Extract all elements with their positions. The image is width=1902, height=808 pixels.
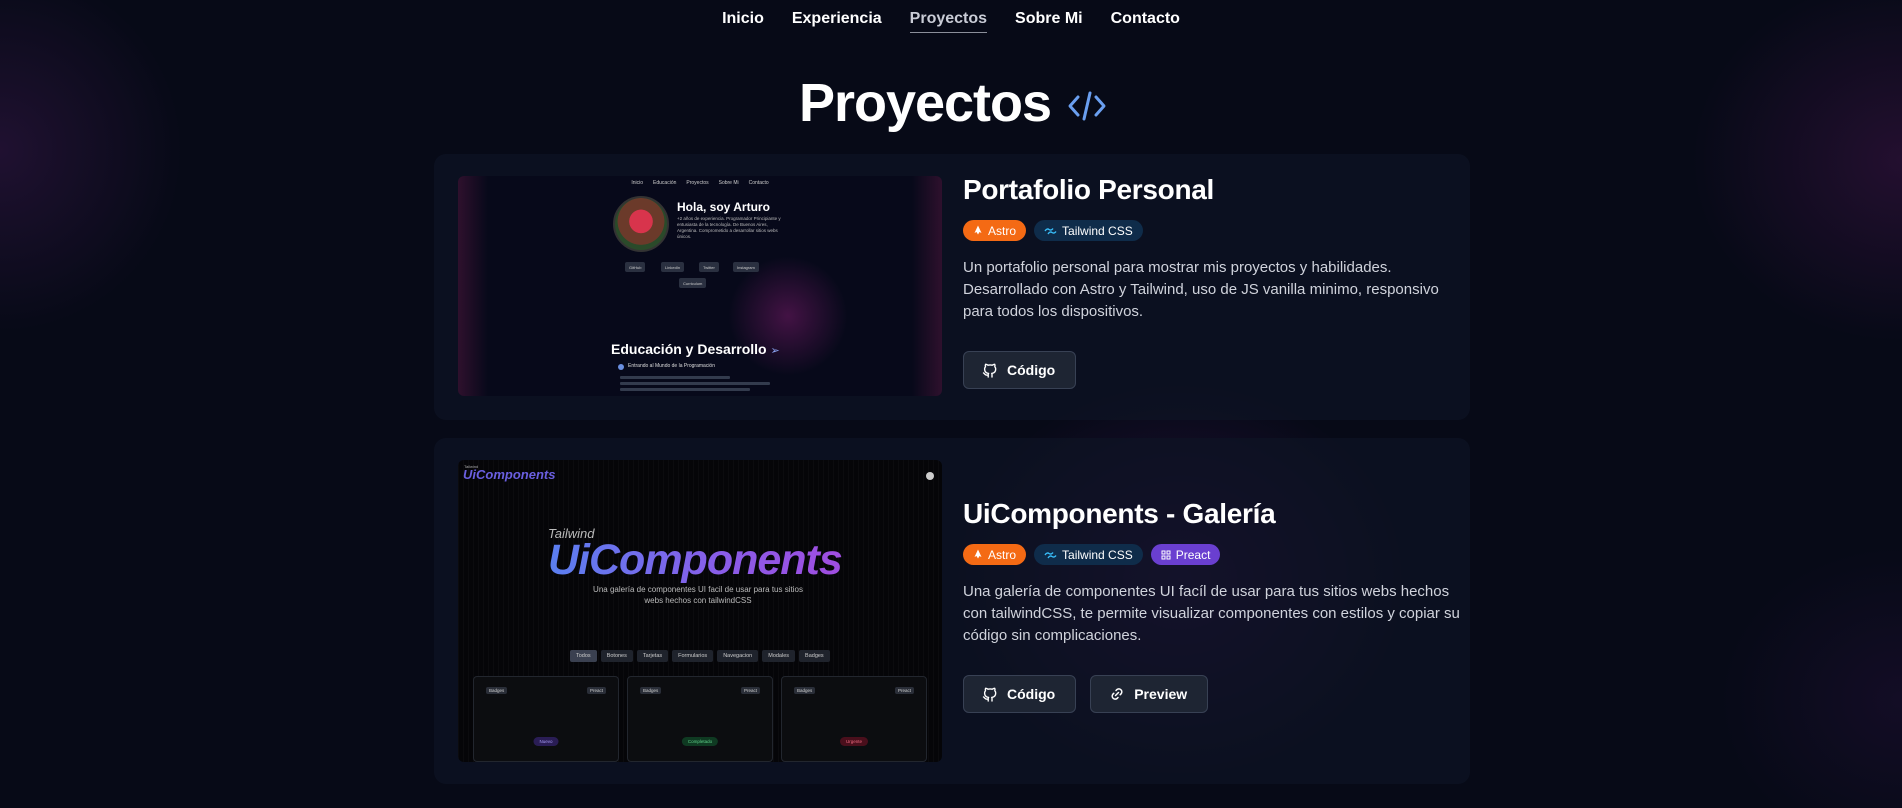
preview-nav-item: Educación [653, 180, 677, 186]
preview-cv: Curriculum [679, 278, 707, 288]
preview-subtitle: Una galería de componentes UI facil de u… [593, 585, 803, 605]
preview-link: LinkedIn [661, 262, 685, 272]
project-tags: Astro Tailwind CSS Preact [963, 544, 1453, 565]
preview-section-title-text: Educación y Desarrollo [611, 341, 767, 357]
tag-label: Tailwind CSS [1062, 223, 1133, 238]
nav-link-inicio[interactable]: Inicio [722, 10, 764, 30]
code-button[interactable]: Código [963, 675, 1077, 713]
preview-text-line [620, 382, 770, 385]
github-icon [982, 363, 997, 378]
preview-section-title: Educación y Desarrollo ➢ [611, 341, 780, 357]
top-navigation: Inicio Experiencia Proyectos Sobre Mi Co… [0, 0, 1902, 42]
preview-hero-title: UiComponents [548, 536, 843, 584]
preview-badge: Preact [894, 687, 914, 694]
preview-pill: Completado [681, 737, 719, 746]
nav-link-sobre-mi[interactable]: Sobre Mi [1015, 10, 1083, 30]
preview-button[interactable]: Preview [1090, 675, 1209, 713]
preview-nav-item: Proyectos [686, 180, 709, 186]
tag-label: Preact [1175, 547, 1211, 562]
preview-badge: Badges [640, 687, 662, 694]
preview-pill: Nuevo [533, 737, 559, 746]
preview-intro: +2 años de experiencia. Programador Prin… [677, 216, 781, 239]
preview-nav: Inicio Educación Proyectos Sobre Mi Cont… [458, 180, 942, 186]
nav-link-contacto[interactable]: Contacto [1111, 10, 1180, 30]
preview-tab: Formularios [672, 650, 714, 662]
preview-logo: UiComponents [463, 467, 556, 482]
project-info: Portafolio Personal Astro Tailwind CSS U… [963, 174, 1453, 389]
project-title: Portafolio Personal [963, 174, 1215, 205]
preview-tab: Modales [762, 650, 796, 662]
project-preview-image[interactable]: Tailwind UiComponents Tailwind UiCompone… [458, 460, 942, 762]
tag-label: Astro [988, 547, 1017, 562]
preview-tab: Badges [799, 650, 830, 662]
tailwind-icon [1044, 227, 1057, 234]
preview-avatar [613, 196, 669, 252]
project-preview-image[interactable]: Inicio Educación Proyectos Sobre Mi Cont… [458, 176, 942, 396]
project-card-uicomponents: Tailwind UiComponents Tailwind UiCompone… [434, 438, 1470, 784]
preview-tab: Navegacion [717, 650, 759, 662]
preview-component-card: Badges Preact Nuevo [473, 676, 619, 762]
tag-astro: Astro [963, 220, 1027, 241]
tag-label: Tailwind CSS [1062, 547, 1133, 562]
tag-label: Astro [988, 223, 1017, 238]
preview-component-card: Badges Preact Urgente [781, 676, 927, 762]
tailwind-icon [1044, 551, 1057, 558]
tag-tailwind: Tailwind CSS [1034, 220, 1143, 241]
preview-tab: Todos [570, 650, 597, 662]
preview-badge: Badges [794, 687, 816, 694]
link-icon [1111, 688, 1123, 700]
preview-tabs: Todos Botones Tarjetas Formularios Naveg… [570, 650, 830, 662]
github-icon [982, 687, 997, 702]
preview-glow [728, 256, 848, 376]
preview-pill: Urgente [839, 737, 869, 746]
preview-text-line [620, 376, 730, 379]
preview-greeting: Hola, soy Arturo [677, 200, 770, 214]
preview-tab: Tarjetas [636, 650, 669, 662]
preview-link: Twitter [699, 262, 719, 272]
preview-timeline-item: Entrando al Mundo de la Programación [628, 363, 715, 369]
code-icon [1068, 91, 1106, 121]
page-title: Proyectos [798, 73, 1052, 133]
code-button-label: Código [1007, 686, 1056, 702]
project-card-portafolio: Inicio Educación Proyectos Sobre Mi Cont… [434, 154, 1470, 420]
preview-badge: Preact [586, 687, 606, 694]
tag-tailwind: Tailwind CSS [1034, 544, 1143, 565]
astro-icon [974, 549, 982, 559]
nav-link-experiencia[interactable]: Experiencia [792, 10, 882, 30]
tag-astro: Astro [963, 544, 1027, 565]
preview-nav-item: Inicio [631, 180, 644, 186]
preview-timeline-dot [618, 364, 624, 370]
astro-icon [974, 225, 982, 235]
preview-link: Instagram [733, 262, 759, 272]
project-description: Una galería de componentes UI facíl de u… [963, 583, 1460, 644]
nav-link-proyectos[interactable]: Proyectos [909, 10, 988, 33]
preact-icon [1161, 550, 1171, 559]
project-actions: Código [963, 351, 1453, 389]
project-title: UiComponents - Galería [963, 498, 1276, 529]
page-header: Proyectos [0, 72, 1902, 134]
preview-side-glow [458, 176, 488, 396]
project-actions: Código Preview [963, 675, 1453, 713]
send-icon: ➢ [770, 345, 780, 357]
preview-button-label: Preview [1134, 686, 1188, 702]
project-tags: Astro Tailwind CSS [963, 220, 1453, 241]
project-info: UiComponents - Galería Astro Tailwind CS… [963, 498, 1460, 713]
preview-tab: Botones [600, 650, 633, 662]
preview-badge: Badges [486, 687, 508, 694]
project-description: Un portafolio personal para mostrar mis … [963, 259, 1439, 320]
preview-component-card: Badges Preact Completado [627, 676, 773, 762]
tag-preact: Preact [1150, 544, 1221, 565]
preview-nav-item: Sobre Mi [718, 180, 739, 186]
preview-nav-item: Contacto [748, 180, 769, 186]
code-button-label: Código [1007, 362, 1056, 378]
preview-link: GitHub [625, 262, 646, 272]
preview-badge: Preact [740, 687, 760, 694]
code-button[interactable]: Código [963, 351, 1077, 389]
github-icon [926, 472, 934, 480]
preview-side-glow [912, 176, 942, 396]
preview-text-line [620, 388, 750, 391]
